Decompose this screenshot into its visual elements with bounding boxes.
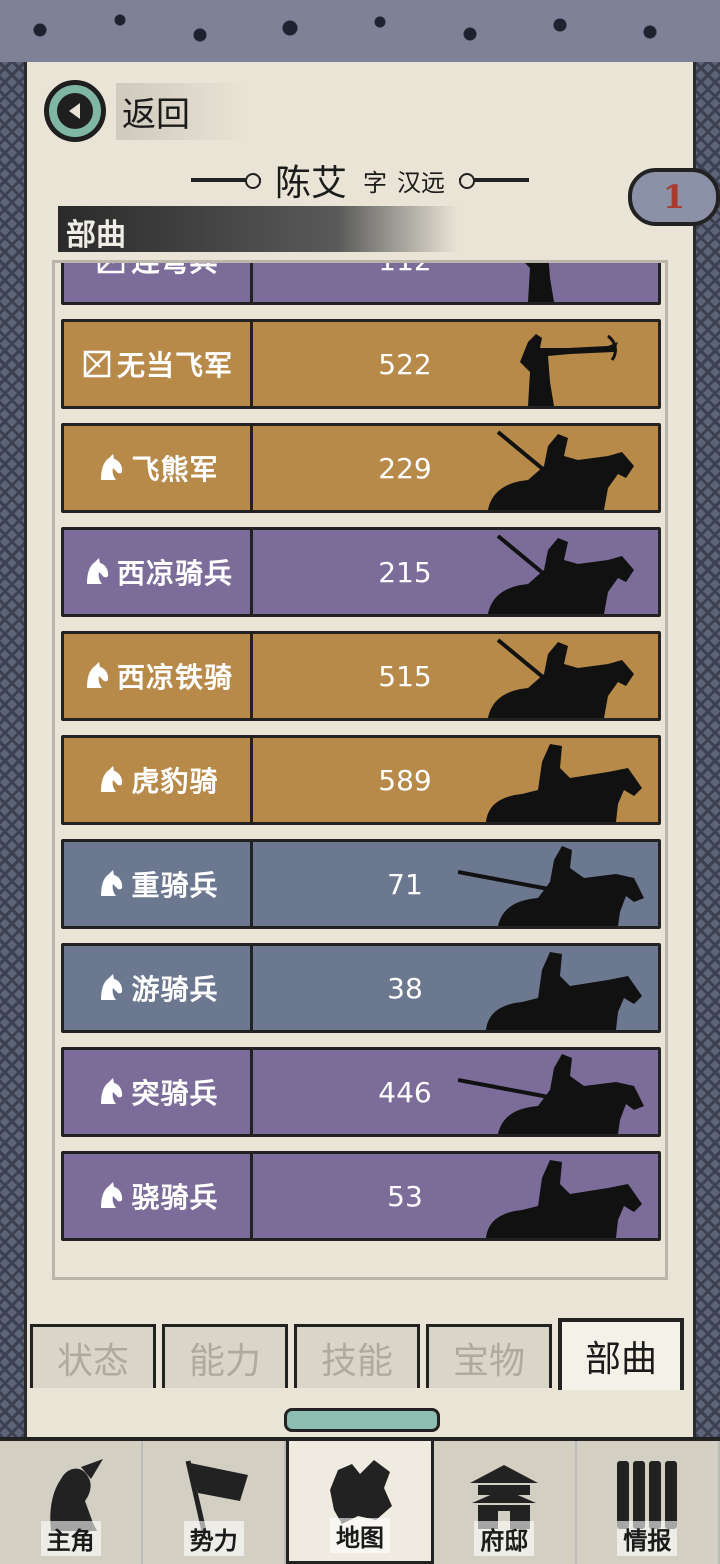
back-arrow-icon [44,80,106,142]
troop-silhouette-icon [458,426,648,510]
horse-head-icon [81,556,113,588]
nav-label: 地图 [330,1518,390,1553]
troop-name-cell: 骁骑兵 [64,1154,253,1238]
decorative-left-border [0,62,24,1437]
badge-count: 1 [662,178,686,216]
tab-3[interactable]: 宝物 [426,1324,552,1388]
horse-head-icon [95,764,127,796]
courtesy-name: 汉远 [397,168,445,197]
troop-name: 重骑兵 [131,869,219,902]
troop-silhouette-icon [458,1154,648,1238]
detail-tabs: 状态 能力 技能 宝物 部曲 [30,1318,690,1390]
troop-name: 西凉骑兵 [116,557,233,590]
troop-row[interactable]: 游骑兵 38 [61,943,661,1033]
tab-0[interactable]: 状态 [30,1324,156,1388]
troop-name: 突骑兵 [131,1077,219,1110]
nav-item-4[interactable]: 情报 [576,1441,720,1564]
horse-head-icon [81,660,113,692]
troop-row[interactable]: 突骑兵 446 [61,1047,661,1137]
troop-name-cell: 虎豹骑 [64,738,253,822]
nav-item-1[interactable]: 势力 [143,1441,287,1564]
troop-silhouette-icon [458,263,648,302]
troop-name-cell: 连弩兵 [64,260,253,302]
horse-head-icon [95,1180,127,1212]
troop-silhouette-icon [458,322,648,406]
troop-name-cell: 突骑兵 [64,1050,253,1134]
troop-name: 无当飞军 [116,349,233,382]
troop-name-cell: 西凉铁骑 [64,634,253,718]
troop-name-cell: 重骑兵 [64,842,253,926]
section-header: 部曲 [58,206,458,253]
title-ornament-right [459,173,529,189]
troop-row[interactable]: 连弩兵 112 [61,260,661,305]
nav-item-0[interactable]: 主角 [0,1441,144,1564]
troop-name: 飞熊军 [131,453,219,486]
horse-head-icon [95,972,127,1004]
nav-label: 情报 [617,1521,678,1556]
horse-head-icon [95,452,127,484]
troop-name: 虎豹骑 [131,765,219,798]
tab-4[interactable]: 部曲 [558,1318,684,1390]
nav-label: 势力 [183,1521,244,1556]
troop-row[interactable]: 无当飞军 522 [61,319,661,409]
troop-list-container[interactable]: 连弩兵 112 无当飞军 522 飞熊军 229 西凉骑兵 215 西凉铁骑 515 虎豹骑 589 重… [52,260,668,1280]
crossbow-icon [95,263,127,276]
character-name: 陈艾 [274,163,347,204]
troop-list: 连弩兵 112 无当飞军 522 飞熊军 229 西凉骑兵 215 西凉铁骑 515 虎豹骑 589 重… [61,260,661,1255]
troop-name: 游骑兵 [131,973,219,1006]
troop-name: 连弩兵 [131,260,219,278]
section-title: 部曲 [66,218,126,253]
troop-name-cell: 游骑兵 [64,946,253,1030]
troop-silhouette-icon [458,634,648,718]
back-button[interactable]: 返回 [44,80,250,142]
troop-row[interactable]: 飞熊军 229 [61,423,661,513]
map-scroll-ornament [284,1408,440,1432]
troop-silhouette-icon [458,530,648,614]
troop-name: 西凉铁骑 [116,661,233,694]
troop-name-cell: 飞熊军 [64,426,253,510]
title-ornament-left [190,173,261,189]
crossbow-icon [81,348,113,380]
character-title: 陈艾 字 汉远 [160,155,560,205]
troop-silhouette-icon [457,842,648,926]
troop-name: 骁骑兵 [131,1181,219,1214]
troop-name-cell: 无当飞军 [64,322,253,406]
troop-silhouette-icon [458,946,648,1030]
nav-item-3[interactable]: 府邸 [433,1441,577,1564]
troop-row[interactable]: 西凉骑兵 215 [61,527,661,617]
troop-row[interactable]: 骁骑兵 53 [61,1151,661,1241]
decorative-top-border [0,0,720,66]
troop-silhouette-icon [458,738,648,822]
nav-label: 府邸 [474,1521,535,1556]
decorative-right-border [696,62,720,1437]
troop-row[interactable]: 重骑兵 71 [61,839,661,929]
troop-row[interactable]: 虎豹骑 589 [61,735,661,825]
nav-label: 主角 [40,1521,101,1556]
tab-2[interactable]: 技能 [294,1324,420,1388]
tab-1[interactable]: 能力 [162,1324,288,1388]
troop-name-cell: 西凉骑兵 [64,530,253,614]
troop-row[interactable]: 西凉铁骑 515 [61,631,661,721]
horse-head-icon [95,1076,127,1108]
back-label: 返回 [116,82,250,140]
courtesy-label: 字 [363,168,387,197]
notification-cloud-badge[interactable]: 1 [628,168,720,226]
horse-head-icon [95,868,127,900]
troop-silhouette-icon [457,1050,648,1134]
nav-item-2[interactable]: 地图 [286,1441,434,1564]
bottom-navigation: 主角 势力 地图 府邸 情报 [0,1437,720,1564]
